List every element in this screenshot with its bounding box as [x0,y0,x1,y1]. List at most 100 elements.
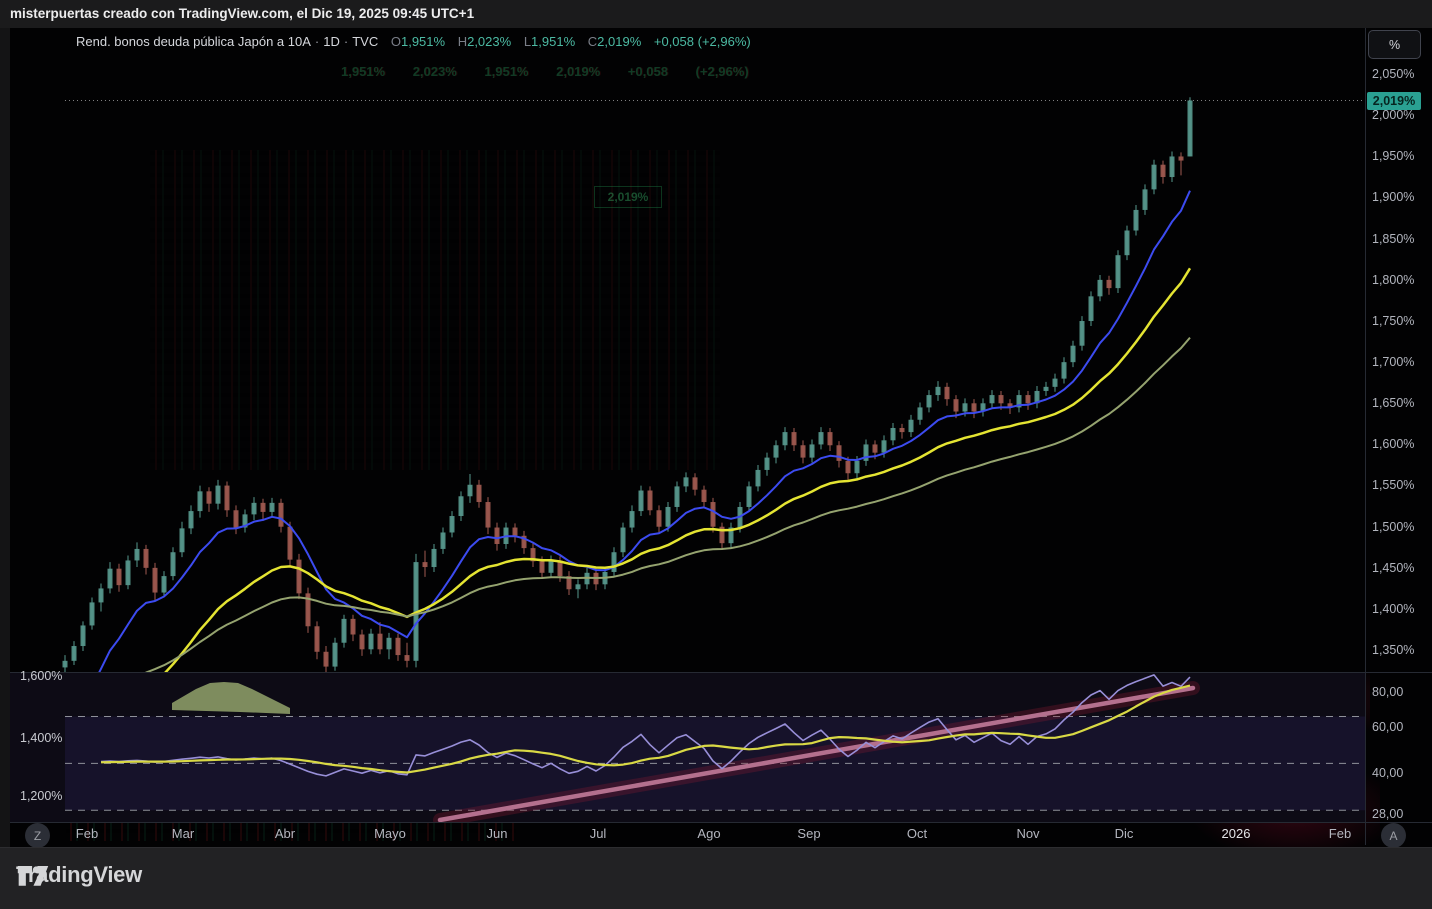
candle-body [233,510,239,528]
high-label: H [457,34,468,49]
candle-body [926,395,932,408]
candle-body [746,486,752,507]
attribution-bar: misterpuertas creado con TradingView.com… [0,0,1432,28]
candle-body [494,527,500,544]
price-tick-label: 1,900% [1372,190,1415,205]
candle-body [1133,209,1139,231]
candle-body [62,660,68,668]
candle-body [188,511,194,529]
candle-body [296,559,302,594]
price-tick-label: 1,700% [1372,354,1415,369]
exchange-label: TVC [352,34,379,49]
candle-body [143,548,149,568]
candle-body [125,560,131,586]
price-tick-label: 1,800% [1372,272,1415,287]
candle-body [1052,378,1058,387]
candle-body [368,633,374,650]
auto-scale-button[interactable]: A [1381,823,1406,848]
candle-body [1169,156,1175,178]
indicator-pane-canvas[interactable] [0,672,1365,822]
candle-body [1187,100,1193,157]
candle-body [224,485,230,511]
low-label: L [523,34,532,49]
time-tick-label: Mar [171,826,195,841]
time-tick-label: Feb [75,826,99,841]
symbol-legend[interactable]: Rend. bonos deuda pública Japón a 10A · 1D… [76,34,751,49]
left-scale-label: 1,600% [20,669,63,683]
candle-body [134,548,140,561]
candle-body [692,477,698,490]
candle-body [404,655,410,661]
price-axis-divider [1365,28,1366,845]
main-chart-canvas[interactable] [0,28,1365,672]
time-tick-label: Mayo [374,826,406,841]
time-tick-label: Ago [697,826,721,841]
candle-body [611,552,617,572]
candle-body [800,445,806,458]
candle-body [1142,189,1148,210]
candle-body [170,552,176,577]
candle-body [971,403,977,412]
time-tick-label: Jul [589,826,607,841]
candle-body [467,484,473,497]
change-value: +0,058 (+2,96%) [653,34,751,49]
tradingview-logo-link[interactable]: TradingView [16,862,142,888]
open-label: O [390,34,401,49]
candle-body [881,440,887,453]
price-tick-label: 1,850% [1372,231,1415,246]
candle-body [683,477,689,487]
close-label: C [587,34,598,49]
candle-body [323,651,329,667]
symbol-title[interactable]: Rend. bonos deuda pública Japón a 10A [76,34,311,49]
price-tick-label: 1,400% [1372,601,1415,616]
time-tick-label: Feb [1328,826,1352,841]
candle-body [512,527,518,536]
candle-body [197,491,203,512]
candle-body [476,484,482,503]
high-value: 2,023% [467,34,512,49]
price-tick-label: 1,750% [1372,313,1415,328]
candle-body [1025,395,1031,404]
time-tick-label: Oct [906,826,928,841]
left-scale-label: 1,400% [20,731,63,745]
percent-icon: % [1388,37,1401,52]
interval-label[interactable]: 1D [323,34,340,49]
candle-body [827,432,833,446]
price-tick-label: 2,000% [1372,108,1415,123]
indicator-tick-label: 28,00 [1372,807,1404,821]
candle-body [638,490,644,512]
price-tick-label: 1,350% [1372,642,1415,657]
candle-body [1043,386,1049,391]
candle-body [1124,230,1130,256]
time-axis-divider [10,822,1432,823]
candle-body [98,588,104,603]
candle-body [1160,164,1166,178]
candle-body [755,469,761,487]
time-tick-label: Abr [274,826,296,841]
candle-body [1088,296,1094,322]
candle-body [791,432,797,446]
candle-body [359,634,365,650]
zoom-out-button[interactable]: Z [25,823,50,848]
candle-body [1151,164,1157,190]
ema-mid-line [164,267,1192,672]
candle-body [80,625,86,647]
percent-scale-button[interactable]: % [1368,30,1421,59]
candle-body [1178,156,1184,161]
candle-body [998,395,1004,404]
candle-body [656,510,662,527]
candle-body [764,457,770,470]
candle-body [395,637,401,656]
candle-body [836,445,842,461]
candle-body [917,407,923,420]
candle-body [674,486,680,507]
candle-body [314,626,320,652]
candle-body [539,561,545,573]
candle-body [809,444,815,458]
candle-body [944,386,950,400]
pane-divider[interactable] [10,672,1432,673]
candle-body [899,427,905,433]
close-value: 2,019% [597,34,642,49]
tradingview-chart-widget: misterpuertas creado con TradingView.com… [0,0,1432,909]
price-tick-label: 1,550% [1372,478,1415,493]
